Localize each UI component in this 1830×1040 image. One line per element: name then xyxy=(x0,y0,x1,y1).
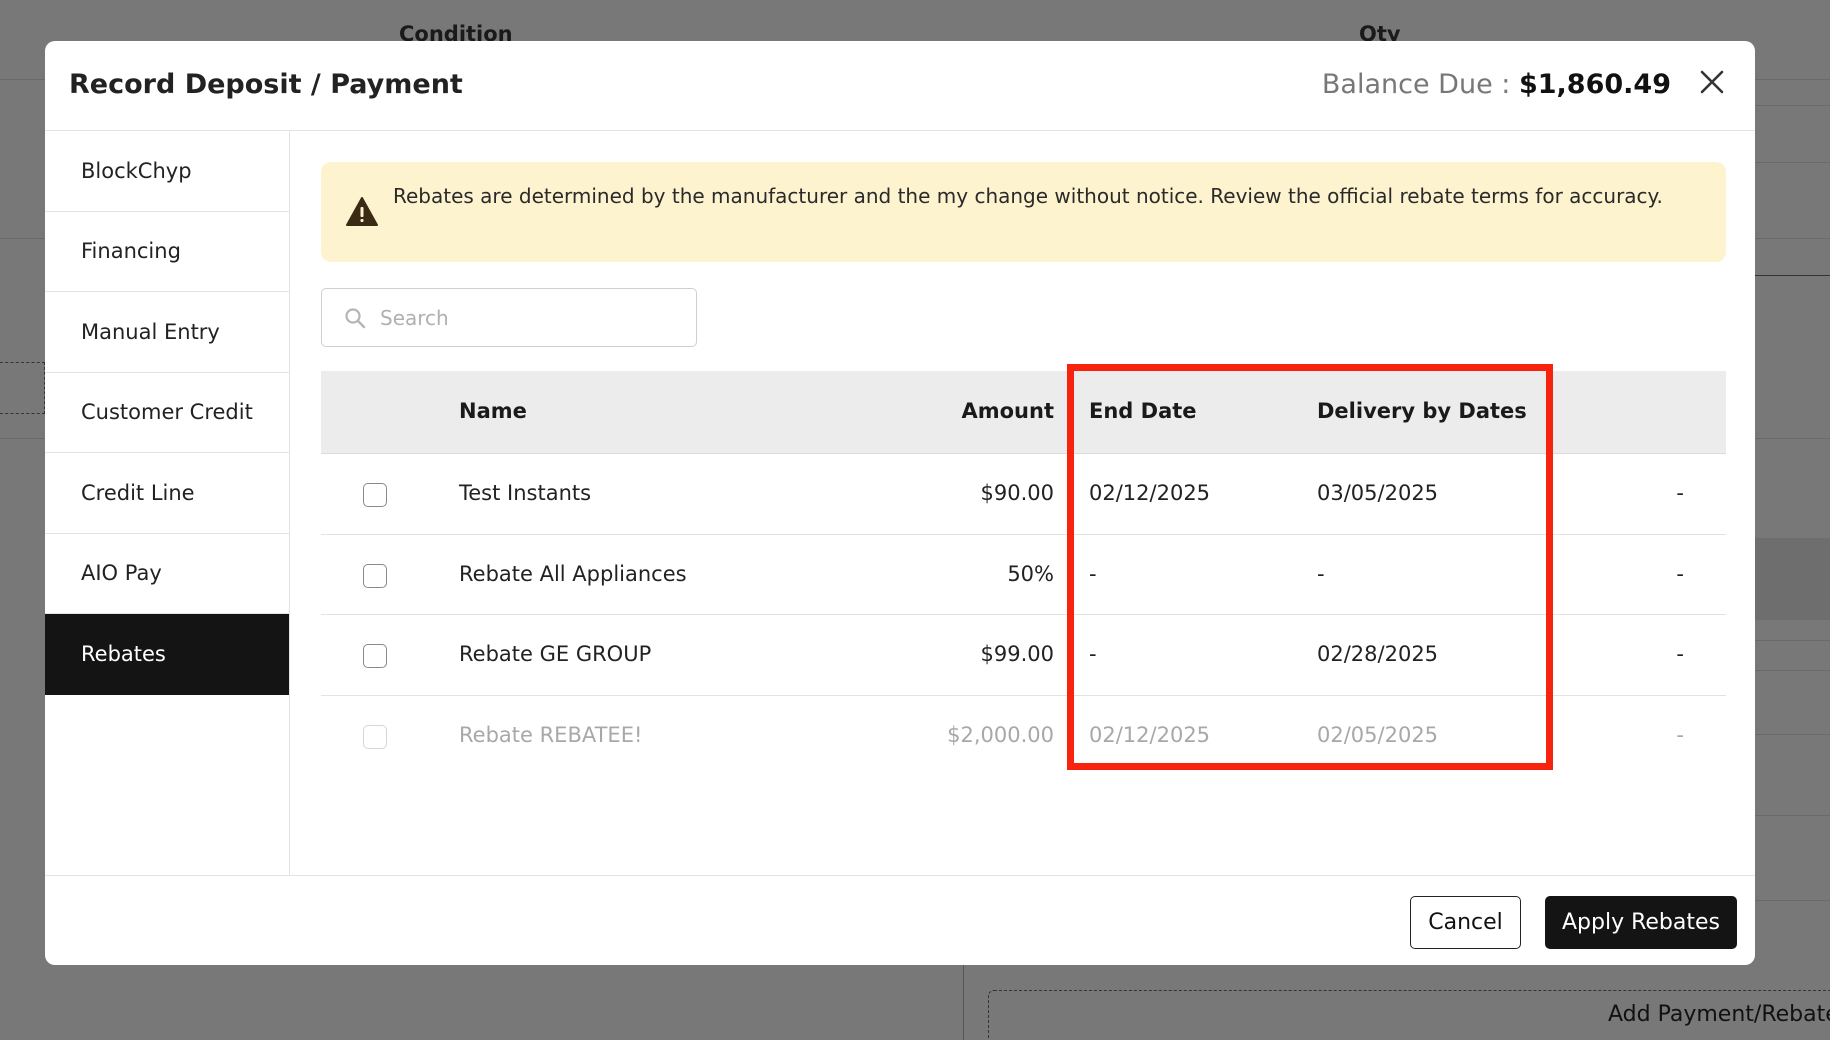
rebates-panel: Rebates are determined by the manufactur… xyxy=(291,131,1755,875)
rebate-name: Rebate GE GROUP xyxy=(459,642,652,666)
close-icon[interactable] xyxy=(1697,67,1727,97)
column-header-delivery-dates: Delivery by Dates xyxy=(1317,399,1527,423)
rebate-end-date: 02/12/2025 xyxy=(1089,722,1211,747)
background-divider xyxy=(1755,238,1830,239)
table-row[interactable]: Test Instants $90.00 02/12/2025 03/05/20… xyxy=(321,454,1726,535)
background-divider xyxy=(1755,275,1830,276)
background-divider xyxy=(1755,162,1830,163)
column-header-end-date: End Date xyxy=(1089,399,1197,423)
payment-method-sidebar: BlockChyp Financing Manual Entry Custome… xyxy=(45,131,290,875)
background-dashed-field xyxy=(0,362,45,414)
rebate-delivery-date: - xyxy=(1317,561,1325,586)
rebate-amount: 50% xyxy=(1007,561,1054,586)
modal-header: Record Deposit / Payment Balance Due : $… xyxy=(45,41,1755,131)
background-divider xyxy=(1755,105,1830,106)
rebate-end-date: 02/12/2025 xyxy=(1089,481,1211,505)
background-add-payment-button: Add Payment/Rebate xyxy=(1608,1002,1830,1027)
sidebar-item-customer-credit[interactable]: Customer Credit xyxy=(45,373,289,453)
sidebar-item-aio-pay[interactable]: AIO Pay xyxy=(45,534,289,614)
rebate-end-date: - xyxy=(1089,561,1097,586)
background-divider xyxy=(1755,900,1830,901)
table-header: Name Amount End Date Delivery by Dates xyxy=(321,371,1726,454)
table-row[interactable]: Rebate All Appliances 50% - - - xyxy=(321,535,1726,615)
background-vertical-divider xyxy=(963,965,964,1040)
apply-rebates-button[interactable]: Apply Rebates xyxy=(1545,896,1737,949)
rebate-amount: $2,000.00 xyxy=(947,722,1054,747)
search-input[interactable] xyxy=(380,290,680,345)
row-checkbox[interactable] xyxy=(363,644,387,668)
background-divider xyxy=(0,238,45,239)
rebate-name: Test Instants xyxy=(459,481,592,505)
search-icon xyxy=(344,307,366,329)
record-payment-modal: Record Deposit / Payment Balance Due : $… xyxy=(45,41,1755,965)
search-box xyxy=(321,288,697,347)
rebate-end-date: - xyxy=(1089,642,1097,666)
balance-due-value: $1,860.49 xyxy=(1518,69,1671,100)
modal-footer: Cancel Apply Rebates xyxy=(45,875,1755,965)
rebates-table: Name Amount End Date Delivery by Dates T… xyxy=(321,371,1726,776)
rebate-delivery-date: 02/28/2025 xyxy=(1317,642,1439,666)
row-checkbox[interactable] xyxy=(363,563,387,588)
background-row xyxy=(1755,538,1830,620)
sidebar-item-financing[interactable]: Financing xyxy=(45,212,289,292)
row-checkbox[interactable] xyxy=(363,483,387,507)
rebate-warning-alert: Rebates are determined by the manufactur… xyxy=(321,162,1726,262)
modal-title: Record Deposit / Payment xyxy=(69,69,463,100)
sidebar-item-blockchyp[interactable]: BlockChyp xyxy=(45,131,289,212)
rebate-extra-value: - xyxy=(1676,642,1684,666)
sidebar-item-credit-line[interactable]: Credit Line xyxy=(45,453,289,534)
rebate-extra-value: - xyxy=(1676,561,1684,586)
rebate-amount: $99.00 xyxy=(980,642,1054,666)
rebate-name: Rebate All Appliances xyxy=(459,561,687,586)
rebate-name: Rebate REBATEE! xyxy=(459,722,643,747)
background-divider xyxy=(0,438,45,439)
rebate-delivery-date: 03/05/2025 xyxy=(1317,481,1439,505)
cancel-button[interactable]: Cancel xyxy=(1410,896,1521,949)
balance-due: Balance Due : $1,860.49 xyxy=(1322,69,1671,100)
background-divider xyxy=(1755,670,1830,671)
alert-text: Rebates are determined by the manufactur… xyxy=(393,184,1663,208)
column-header-amount: Amount xyxy=(961,399,1054,423)
rebate-amount: $90.00 xyxy=(980,481,1054,505)
balance-due-label: Balance Due : xyxy=(1321,69,1511,100)
background-divider xyxy=(1755,815,1830,816)
background-divider xyxy=(1755,734,1830,735)
row-checkbox-disabled xyxy=(363,724,387,749)
table-row[interactable]: Rebate GE GROUP $99.00 - 02/28/2025 - xyxy=(321,615,1726,696)
column-header-name: Name xyxy=(459,399,527,423)
rebate-extra-value: - xyxy=(1676,722,1684,747)
sidebar-item-manual-entry[interactable]: Manual Entry xyxy=(45,292,289,373)
background-divider xyxy=(1755,640,1830,641)
background-divider xyxy=(1755,438,1830,439)
sidebar-item-rebates[interactable]: Rebates xyxy=(45,614,289,695)
warning-icon xyxy=(345,196,379,228)
table-row-disabled: Rebate REBATEE! $2,000.00 02/12/2025 02/… xyxy=(321,696,1726,777)
rebate-delivery-date: 02/05/2025 xyxy=(1317,722,1439,747)
rebate-extra-value: - xyxy=(1676,481,1684,505)
